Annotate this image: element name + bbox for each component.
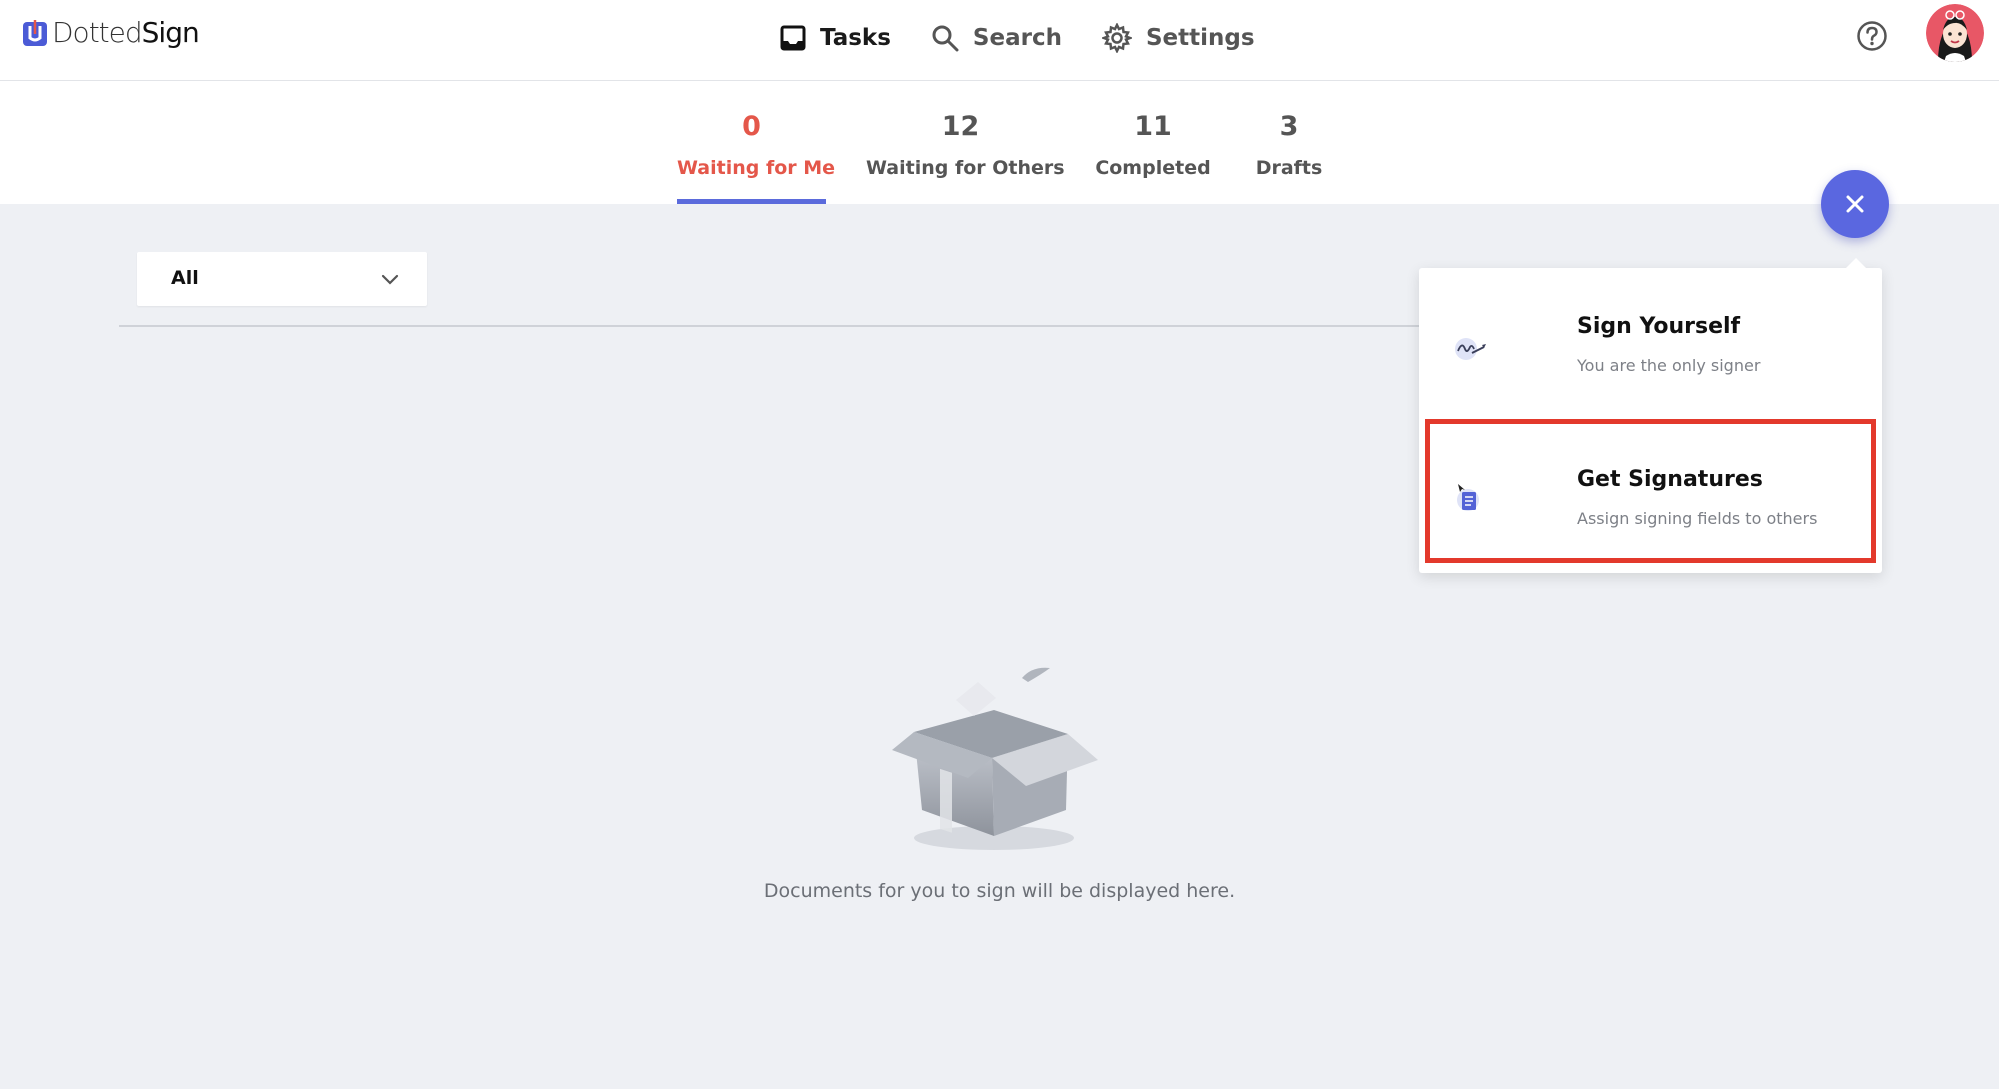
menu-item-sign-yourself[interactable]: Sign Yourself You are the only signer (1419, 268, 1882, 418)
tab-count: 3 (1279, 111, 1299, 142)
menu-item-get-signatures[interactable]: Get Signatures Assign signing fields to … (1419, 418, 1882, 568)
pen-signature-icon (1455, 338, 1486, 360)
nav-tasks[interactable]: Tasks (780, 18, 891, 58)
menu-item-title: Sign Yourself (1577, 314, 1741, 339)
status-filter-dropdown[interactable]: All (137, 252, 427, 306)
logo-text: DottedSign (52, 16, 200, 49)
list-divider (119, 325, 1419, 327)
nav-tasks-label: Tasks (820, 25, 891, 51)
tab-label: Waiting for Me (677, 157, 836, 179)
menu-item-subtitle: Assign signing fields to others (1577, 509, 1818, 528)
avatar-illustration (1926, 4, 1984, 62)
dottedsign-logo-icon (23, 19, 47, 46)
create-fab-close-button[interactable] (1821, 170, 1889, 238)
user-avatar[interactable] (1926, 4, 1984, 62)
inbox-icon (780, 25, 806, 51)
document-send-icon (1457, 484, 1479, 511)
empty-box-illustration (892, 667, 1098, 850)
menu-item-title: Get Signatures (1577, 467, 1763, 492)
close-icon (1846, 195, 1864, 213)
app-logo[interactable]: DottedSign (22, 16, 200, 49)
nav-search-label: Search (972, 25, 1062, 51)
tab-waiting-for-me[interactable]: 0 Waiting for Me (677, 81, 836, 204)
menu-item-subtitle: You are the only signer (1577, 356, 1761, 375)
search-icon (932, 25, 959, 52)
active-tab-indicator (677, 199, 826, 204)
tab-waiting-for-others[interactable]: 12 Waiting for Others (866, 81, 1065, 204)
tab-drafts[interactable]: 3 Drafts (1252, 81, 1326, 204)
tab-count: 12 (941, 111, 980, 142)
empty-state-message: Documents for you to sign will be displa… (763, 880, 1236, 902)
top-bar: DottedSign Tasks Search Settings (0, 0, 1999, 81)
nav-settings-label: Settings (1145, 25, 1255, 51)
gear-icon (1101, 23, 1132, 53)
task-tabs: 0 Waiting for Me 12 Waiting for Others 1… (0, 81, 1999, 204)
tab-completed[interactable]: 11 Completed (1092, 81, 1214, 204)
popup-caret (1846, 258, 1866, 268)
nav-search[interactable]: Search (931, 18, 1062, 58)
tab-count: 0 (742, 111, 761, 142)
tab-label: Drafts (1255, 157, 1323, 179)
tab-label: Completed (1095, 157, 1211, 179)
create-menu-popup: Sign Yourself You are the only signer Ge… (1419, 258, 1882, 573)
chevron-down-icon (381, 274, 399, 285)
tab-count: 11 (1134, 111, 1172, 142)
filter-value: All (171, 267, 199, 289)
help-circle-icon[interactable] (1856, 20, 1888, 52)
tab-label: Waiting for Others (866, 157, 1065, 179)
nav-settings[interactable]: Settings (1101, 18, 1255, 58)
main-nav: Tasks Search Settings (780, 18, 1295, 58)
